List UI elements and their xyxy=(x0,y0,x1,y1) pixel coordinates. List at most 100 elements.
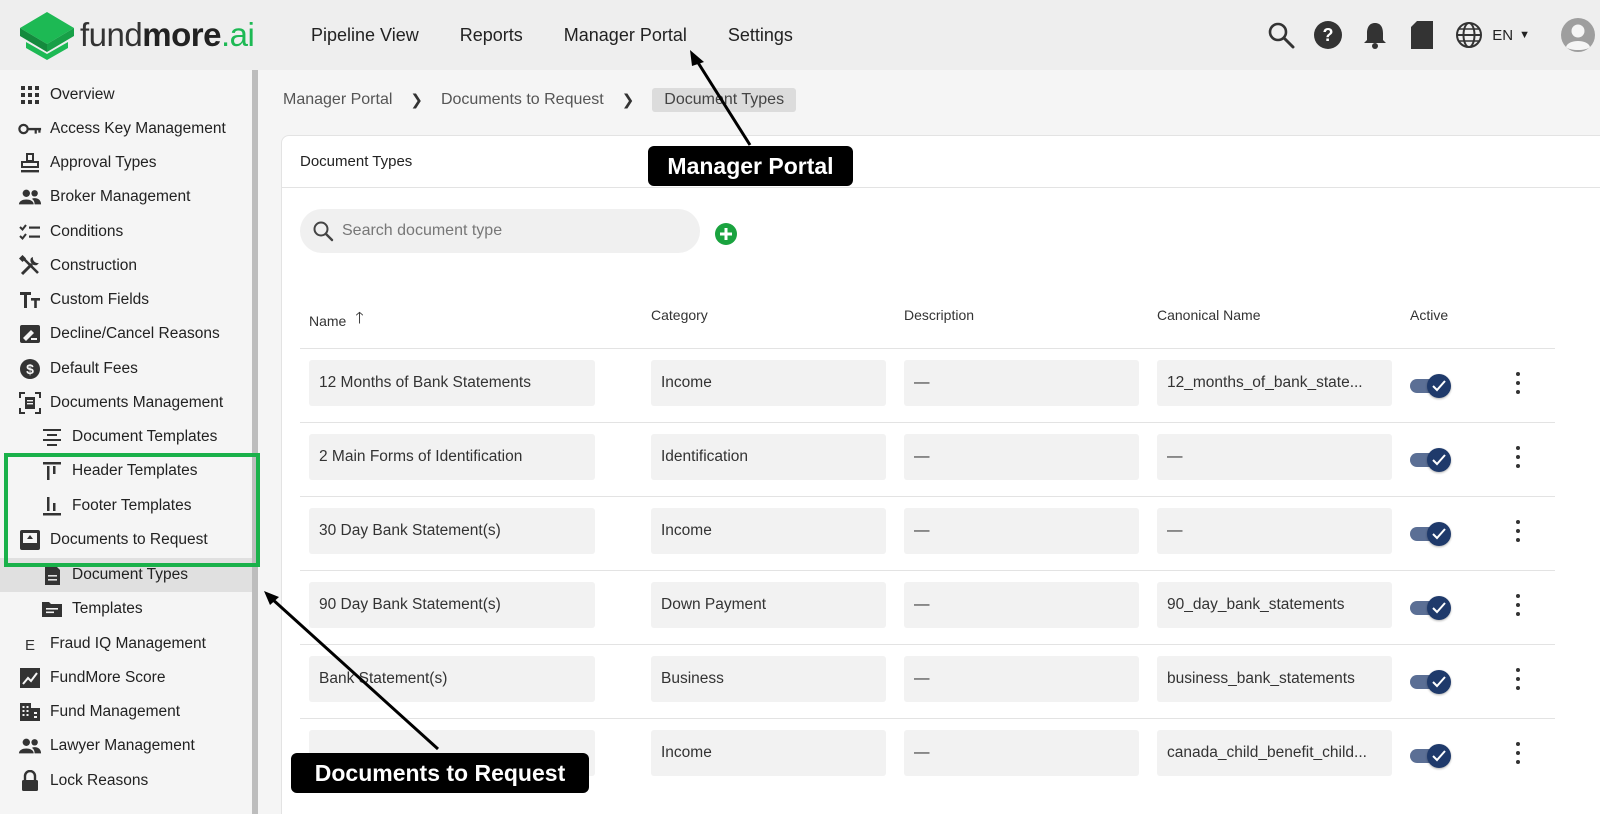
cell-canonical-name[interactable]: — xyxy=(1157,508,1392,554)
more-options-icon[interactable] xyxy=(1513,372,1523,394)
sidebar-item-lock-reasons[interactable]: Lock Reasons xyxy=(0,764,252,798)
check-icon xyxy=(1427,522,1451,546)
top-bar: fundmore.ai Pipeline View Reports Manage… xyxy=(0,0,1600,70)
bell-icon[interactable] xyxy=(1360,20,1390,50)
callout-documents-to-request: Documents to Request xyxy=(291,753,589,793)
sidebar-item-broker-management[interactable]: Broker Management xyxy=(0,180,252,214)
svg-text:$: $ xyxy=(26,361,34,377)
active-toggle[interactable] xyxy=(1410,373,1452,398)
people-icon xyxy=(18,186,42,208)
breadcrumb-manager-portal[interactable]: Manager Portal xyxy=(283,91,392,109)
cell-category[interactable]: Identification xyxy=(651,434,886,480)
column-header-name[interactable]: Name 🡑 xyxy=(309,307,364,334)
more-options-icon[interactable] xyxy=(1513,668,1523,690)
row-divider xyxy=(300,570,1555,571)
sidebar-item-custom-fields[interactable]: Custom Fields xyxy=(0,283,252,317)
nav-manager-portal[interactable]: Manager Portal xyxy=(564,25,687,46)
text-size-icon xyxy=(18,289,42,311)
column-header-description[interactable]: Description xyxy=(904,307,974,323)
language-selector[interactable]: EN ▼ xyxy=(1492,27,1530,44)
column-header-category[interactable]: Category xyxy=(651,307,708,323)
stamp-icon xyxy=(18,152,42,174)
more-options-icon[interactable] xyxy=(1513,520,1523,542)
cell-canonical-name[interactable]: 90_day_bank_statements xyxy=(1157,582,1392,628)
cell-description[interactable]: — xyxy=(904,730,1139,776)
sidebar-item-document-templates[interactable]: Document Templates xyxy=(0,420,252,454)
sidebar-item-label: Access Key Management xyxy=(50,120,226,137)
active-toggle[interactable] xyxy=(1410,595,1452,620)
cell-canonical-name[interactable]: business_bank_statements xyxy=(1157,656,1392,702)
svg-text:E: E xyxy=(25,637,35,652)
globe-icon[interactable] xyxy=(1454,20,1484,50)
sidebar-item-decline-cancel-reasons[interactable]: Decline/Cancel Reasons xyxy=(0,317,252,351)
checklist-icon xyxy=(18,221,42,243)
cell-name[interactable]: 90 Day Bank Statement(s) xyxy=(309,582,595,628)
cell-description[interactable]: — xyxy=(904,508,1139,554)
cell-canonical-name[interactable]: canada_child_benefit_child... xyxy=(1157,730,1392,776)
cell-category[interactable]: Down Payment xyxy=(651,582,886,628)
breadcrumb-documents-to-request[interactable]: Documents to Request xyxy=(441,91,604,109)
cell-name[interactable]: Bank Statement(s) xyxy=(309,656,595,702)
add-document-type-button[interactable] xyxy=(715,223,737,245)
active-toggle[interactable] xyxy=(1410,447,1452,472)
nav-settings[interactable]: Settings xyxy=(728,25,793,46)
active-toggle[interactable] xyxy=(1410,669,1452,694)
cell-description[interactable]: — xyxy=(904,360,1139,406)
sidebar-item-default-fees[interactable]: $ Default Fees xyxy=(0,352,252,386)
cell-description[interactable]: — xyxy=(904,582,1139,628)
cell-category[interactable]: Income xyxy=(651,360,886,406)
sidebar-item-overview[interactable]: Overview xyxy=(0,78,252,112)
active-toggle[interactable] xyxy=(1410,743,1452,768)
cell-description[interactable]: — xyxy=(904,434,1139,480)
more-options-icon[interactable] xyxy=(1513,742,1523,764)
top-icons: ? EN ▼ xyxy=(1266,0,1600,70)
column-header-active[interactable]: Active xyxy=(1410,307,1448,323)
fundmore-logo[interactable]: fundmore.ai xyxy=(16,6,255,64)
column-header-name-label: Name xyxy=(309,312,347,329)
document-frame-icon xyxy=(18,392,42,414)
row-divider xyxy=(300,422,1555,423)
cell-category[interactable]: Income xyxy=(651,508,886,554)
sidebar-item-conditions[interactable]: Conditions xyxy=(0,215,252,249)
sidebar-item-access-key-management[interactable]: Access Key Management xyxy=(0,112,252,146)
check-icon xyxy=(1427,448,1451,472)
active-toggle[interactable] xyxy=(1410,521,1452,546)
cell-description[interactable]: — xyxy=(904,656,1139,702)
cell-category[interactable]: Income xyxy=(651,730,886,776)
cell-name[interactable]: 30 Day Bank Statement(s) xyxy=(309,508,595,554)
sidebar-item-fund-management[interactable]: Fund Management xyxy=(0,695,252,729)
sidebar-item-construction[interactable]: Construction xyxy=(0,249,252,283)
help-icon[interactable]: ? xyxy=(1313,20,1343,50)
search-box[interactable] xyxy=(300,209,700,253)
cell-canonical-name[interactable]: 12_months_of_bank_state... xyxy=(1157,360,1392,406)
signature-icon xyxy=(18,323,42,345)
cell-canonical-name[interactable]: — xyxy=(1157,434,1392,480)
search-input[interactable] xyxy=(342,222,672,240)
sidebar-item-templates[interactable]: Templates xyxy=(0,592,252,626)
cell-name[interactable]: 2 Main Forms of Identification xyxy=(309,434,595,480)
nav-pipeline-view[interactable]: Pipeline View xyxy=(311,25,419,46)
search-icon[interactable] xyxy=(1266,20,1296,50)
file-icon xyxy=(40,564,64,586)
nav-reports[interactable]: Reports xyxy=(460,25,523,46)
avatar[interactable] xyxy=(1560,17,1596,53)
document-icon[interactable] xyxy=(1407,20,1437,50)
cell-category[interactable]: Business xyxy=(651,656,886,702)
sidebar-item-approval-types[interactable]: Approval Types xyxy=(0,146,252,180)
sidebar-item-fraud-iq-management[interactable]: E Fraud IQ Management xyxy=(0,627,252,661)
sidebar-item-lawyer-management[interactable]: Lawyer Management xyxy=(0,729,252,763)
more-options-icon[interactable] xyxy=(1513,594,1523,616)
grid-icon xyxy=(18,84,42,106)
column-header-canonical-name[interactable]: Canonical Name xyxy=(1157,307,1261,323)
more-options-icon[interactable] xyxy=(1513,446,1523,468)
check-icon xyxy=(1427,374,1451,398)
sidebar-item-label: Templates xyxy=(72,600,143,617)
sidebar-item-fundmore-score[interactable]: FundMore Score xyxy=(0,661,252,695)
search-icon xyxy=(313,221,334,242)
sidebar-item-documents-management[interactable]: Documents Management xyxy=(0,386,252,420)
documents-to-request-highlight xyxy=(4,453,260,567)
cell-name[interactable]: 12 Months of Bank Statements xyxy=(309,360,595,406)
folder-icon xyxy=(40,598,64,620)
check-icon xyxy=(1427,744,1451,768)
sidebar-item-label: Fraud IQ Management xyxy=(50,635,206,652)
